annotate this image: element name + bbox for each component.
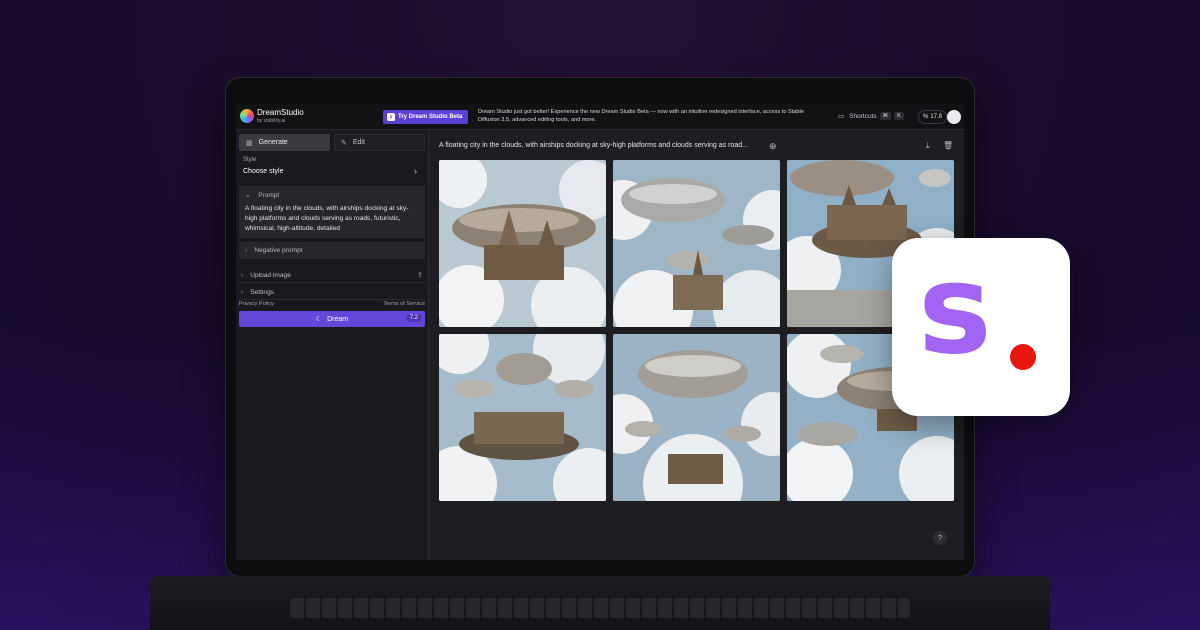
app-screen: DreamStudio by stability.ai ♮ Try Dream … [236,104,964,560]
app-name: DreamStudio [257,108,304,117]
settings-row[interactable]: › Settings [239,285,425,300]
dream-icon: ☾ [315,316,323,323]
generate-icon: ▦ [246,139,253,147]
credits-badge[interactable]: % 17.8 [918,110,948,124]
download-icon[interactable]: ⤓ [926,141,930,151]
dream-label: Dream [327,315,349,323]
prompt-header[interactable]: ⌄ Prompt [245,191,279,199]
dream-cost-badge: 7.2 [406,314,421,322]
tab-edit-label: Edit [352,139,365,146]
footer-links: Privacy Policy Terms of Service [239,301,425,307]
privacy-policy-link[interactable]: Privacy Policy [239,301,274,307]
prompt-box[interactable]: ⌄ Prompt A floating city in the clouds, … [239,186,425,238]
generation-title: A floating city in the clouds, with airs… [439,142,748,149]
image-grid [439,160,955,502]
stability-brand-card: s [892,238,1070,416]
edit-icon: ✎ [341,139,347,147]
chevron-right-icon: › [241,271,244,279]
shortcut-key-k: K [894,112,904,120]
negative-prompt-label: Negative prompt [254,247,303,254]
shortcuts-label: Shortcuts [849,112,877,120]
prompt-input[interactable]: A floating city in the clouds, with airs… [245,204,419,235]
negative-prompt-toggle[interactable]: › Negative prompt [239,242,425,259]
mode-tabs: ▦ Generate ✎ Edit [239,134,425,151]
chevron-right-icon: › [241,288,244,296]
shortcut-key-cmd: ⌘ [879,112,892,120]
brand[interactable]: DreamStudio by stability.ai [257,109,304,124]
style-select[interactable]: Choose style [243,168,283,175]
tab-generate-label: Generate [258,139,288,146]
upload-icon[interactable]: ⇪ [417,271,423,279]
generated-image[interactable] [439,334,606,501]
tab-edit[interactable]: ✎ Edit [334,134,425,151]
try-beta-button[interactable]: ♮ Try Dream Studio Beta [383,110,468,124]
tab-generate[interactable]: ▦ Generate [239,134,330,151]
chevron-down-icon: ⌄ [245,192,251,199]
settings-label: Settings [250,288,275,296]
help-button[interactable]: ? [933,531,947,545]
laptop-keyboard [290,598,910,618]
generated-image[interactable] [613,334,780,501]
app-by: by stability.ai [257,118,286,124]
upload-image-label: Upload image [250,271,291,279]
beta-icon: ♮ [387,113,395,121]
trash-icon[interactable]: 🗑 [943,141,953,150]
avatar[interactable] [947,110,961,124]
style-label: Style [243,157,257,163]
generated-image[interactable] [439,160,606,327]
try-beta-label: Try Dream Studio Beta [398,114,463,120]
credits-icon: % [923,114,929,120]
chevron-right-icon[interactable]: › [414,166,417,176]
dream-button[interactable]: ☾ Dream 7.2 [239,311,425,327]
top-bar: DreamStudio by stability.ai ♮ Try Dream … [236,104,964,130]
brand-dot [1010,344,1036,370]
credits-value: 17.8 [930,114,943,120]
generated-image[interactable] [613,160,780,327]
sidebar: ▦ Generate ✎ Edit Style Choose style › ⌄… [236,130,429,560]
keyboard-icon: ▭ [838,113,845,120]
dreamstudio-logo-icon[interactable] [240,109,254,123]
chevron-right-icon: › [245,247,248,254]
announcement-text: Dream Studio just got better! Experience… [478,109,804,124]
shortcuts-button[interactable]: ▭ Shortcuts ⌘ K [838,112,904,120]
terms-link[interactable]: Terms of Service [383,301,425,307]
prompt-header-label: Prompt [258,192,280,199]
upload-image-row[interactable]: › Upload image ⇪ [239,268,425,283]
add-circle-icon[interactable]: ⊕ [769,141,777,152]
brand-letter: s [918,238,992,382]
